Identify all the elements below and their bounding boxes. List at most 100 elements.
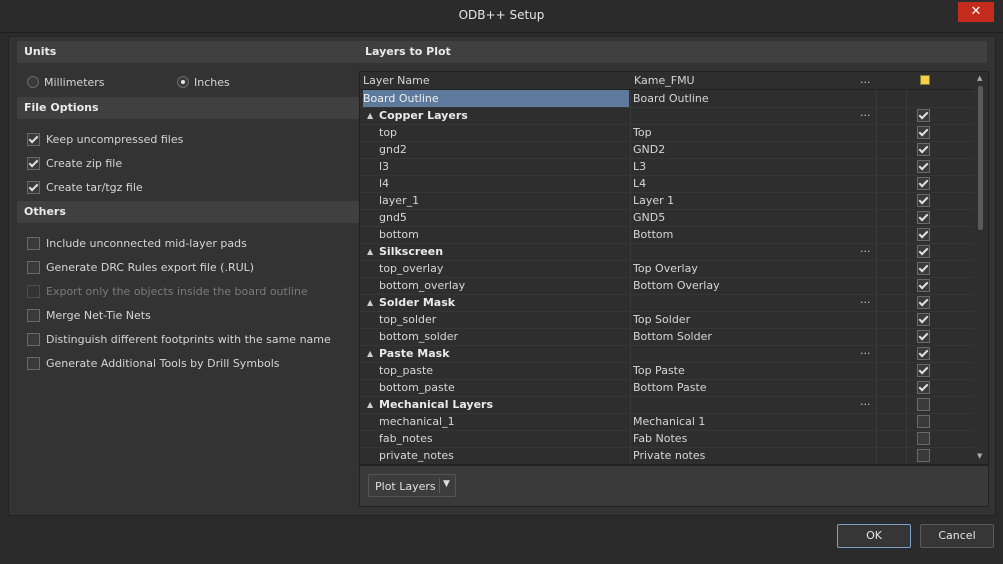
checkbox-icon[interactable] <box>27 180 40 194</box>
layer-mapping-cell[interactable]: Fab Notes <box>633 430 687 447</box>
layer-row[interactable]: layer_1 Layer 1 <box>360 192 974 210</box>
plot-checkbox[interactable] <box>917 347 930 360</box>
group-options-button[interactable]: ... <box>860 104 871 121</box>
layer-mapping-cell[interactable]: Bottom Overlay <box>633 277 720 294</box>
plot-checkbox[interactable] <box>917 211 930 224</box>
layer-mapping-cell[interactable]: Top Solder <box>633 311 690 328</box>
grid-scrollbar[interactable]: ▲ ▼ <box>975 72 987 464</box>
layer-mapping-cell[interactable]: Layer 1 <box>633 192 674 209</box>
layer-row[interactable]: Board Outline Board Outline <box>360 90 974 108</box>
layer-row[interactable]: top_paste Top Paste <box>360 362 974 380</box>
radio-millimeters[interactable]: Millimeters <box>27 73 105 91</box>
layers-grid[interactable]: Layer Name Kame_FMU ... Board Outline Boa… <box>359 71 989 465</box>
plot-checkbox[interactable] <box>917 449 930 462</box>
layer-mapping-cell[interactable]: Top Overlay <box>633 260 698 277</box>
layer-mapping-cell[interactable]: Bottom Solder <box>633 328 712 345</box>
layer-group-row[interactable]: ▲ Silkscreen... <box>360 240 974 261</box>
checkbox-generate-drc[interactable]: Generate DRC Rules export file (.RUL) <box>27 258 254 276</box>
plot-checkbox[interactable] <box>917 364 930 377</box>
plot-checkbox[interactable] <box>917 415 930 428</box>
checkbox-create-tar[interactable]: Create tar/tgz file <box>27 178 143 196</box>
checkbox-additional-tools[interactable]: Generate Additional Tools by Drill Symbo… <box>27 354 280 372</box>
layer-mapping-cell[interactable]: Bottom Paste <box>633 379 707 396</box>
layer-group-row[interactable]: ▲ Copper Layers... <box>360 104 974 125</box>
radio-icon[interactable] <box>27 76 39 88</box>
plot-checkbox[interactable] <box>917 143 930 156</box>
group-options-button[interactable]: ... <box>860 291 871 308</box>
layer-mapping-cell[interactable]: Top <box>633 124 652 141</box>
layer-mapping-cell[interactable]: Mechanical 1 <box>633 413 705 430</box>
scroll-thumb[interactable] <box>978 86 983 230</box>
layer-group-row[interactable]: ▲ Solder Mask... <box>360 291 974 312</box>
layer-mapping-cell[interactable]: L3 <box>633 158 646 175</box>
checkbox-icon[interactable] <box>27 332 40 346</box>
checkbox-distinguish-footprints[interactable]: Distinguish different footprints with th… <box>27 330 331 348</box>
layer-row[interactable]: fab_notes Fab Notes <box>360 430 974 448</box>
plot-checkbox[interactable] <box>917 228 930 241</box>
plot-checkbox[interactable] <box>917 432 930 445</box>
column-header-layer-name[interactable]: Layer Name <box>363 74 430 87</box>
layer-row[interactable]: l4 L4 <box>360 175 974 193</box>
layer-row[interactable]: l3 L3 <box>360 158 974 176</box>
ok-button[interactable]: OK <box>837 524 911 548</box>
layer-group-row[interactable]: ▲ Mechanical Layers... <box>360 393 974 414</box>
column-options-button[interactable]: ... <box>860 73 871 86</box>
plot-checkbox[interactable] <box>917 330 930 343</box>
group-options-button[interactable]: ... <box>860 240 871 257</box>
plot-checkbox[interactable] <box>917 194 930 207</box>
layer-row[interactable]: top_solder Top Solder <box>360 311 974 329</box>
checkbox-include-unconnected-pads[interactable]: Include unconnected mid-layer pads <box>27 234 247 252</box>
plot-checkbox[interactable] <box>917 381 930 394</box>
plot-checkbox[interactable] <box>917 126 930 139</box>
plot-checkbox[interactable] <box>917 313 930 326</box>
layer-row[interactable]: private_notes Private notes <box>360 447 974 464</box>
plot-layers-button[interactable]: Plot Layers ▼ <box>368 474 456 497</box>
plot-checkbox[interactable] <box>917 245 930 258</box>
layer-mapping-cell[interactable]: L4 <box>633 175 646 192</box>
checkbox-icon[interactable] <box>27 308 40 322</box>
layer-row[interactable]: bottom Bottom <box>360 226 974 244</box>
dropdown-arrow-icon[interactable]: ▼ <box>443 479 450 489</box>
layer-row[interactable]: bottom_overlay Bottom Overlay <box>360 277 974 295</box>
plot-checkbox[interactable] <box>917 177 930 190</box>
group-options-button[interactable]: ... <box>860 393 871 410</box>
layer-row[interactable]: gnd5 GND5 <box>360 209 974 227</box>
layer-mapping-cell[interactable]: Top Paste <box>633 362 685 379</box>
layer-row[interactable]: bottom_solder Bottom Solder <box>360 328 974 346</box>
close-button[interactable]: ✕ <box>958 2 994 22</box>
collapse-triangle-icon[interactable]: ▲ <box>367 243 373 260</box>
color-swatch-icon[interactable] <box>920 75 930 85</box>
checkbox-create-zip[interactable]: Create zip file <box>27 154 122 172</box>
layer-mapping-cell[interactable]: Private notes <box>633 447 705 464</box>
layer-mapping-cell[interactable]: GND5 <box>633 209 665 226</box>
layer-mapping-cell[interactable]: Bottom <box>633 226 673 243</box>
plot-checkbox[interactable] <box>917 296 930 309</box>
plot-checkbox[interactable] <box>917 262 930 275</box>
checkbox-icon[interactable] <box>27 260 40 274</box>
scroll-down-icon[interactable]: ▼ <box>977 452 982 460</box>
checkbox-keep-uncompressed[interactable]: Keep uncompressed files <box>27 130 183 148</box>
layer-group-row[interactable]: ▲ Paste Mask... <box>360 342 974 363</box>
layer-row[interactable]: top_overlay Top Overlay <box>360 260 974 278</box>
checkbox-icon[interactable] <box>27 236 40 250</box>
checkbox-icon[interactable] <box>27 356 40 370</box>
layer-mapping-cell[interactable]: Board Outline <box>630 90 709 107</box>
plot-checkbox[interactable] <box>917 109 930 122</box>
layer-row[interactable]: gnd2 GND2 <box>360 141 974 159</box>
layer-row[interactable]: bottom_paste Bottom Paste <box>360 379 974 397</box>
cancel-button[interactable]: Cancel <box>920 524 994 548</box>
layer-mapping-cell[interactable]: GND2 <box>633 141 665 158</box>
scroll-up-icon[interactable]: ▲ <box>977 74 982 82</box>
plot-checkbox[interactable] <box>917 279 930 292</box>
collapse-triangle-icon[interactable]: ▲ <box>367 294 373 311</box>
column-header-mapping[interactable]: Kame_FMU <box>634 74 695 87</box>
group-options-button[interactable]: ... <box>860 342 871 359</box>
collapse-triangle-icon[interactable]: ▲ <box>367 396 373 413</box>
plot-checkbox[interactable] <box>917 398 930 411</box>
collapse-triangle-icon[interactable]: ▲ <box>367 107 373 124</box>
collapse-triangle-icon[interactable]: ▲ <box>367 345 373 362</box>
checkbox-icon[interactable] <box>27 132 40 146</box>
radio-inches[interactable]: Inches <box>177 73 230 91</box>
radio-icon[interactable] <box>177 76 189 88</box>
checkbox-merge-net-tie[interactable]: Merge Net-Tie Nets <box>27 306 151 324</box>
